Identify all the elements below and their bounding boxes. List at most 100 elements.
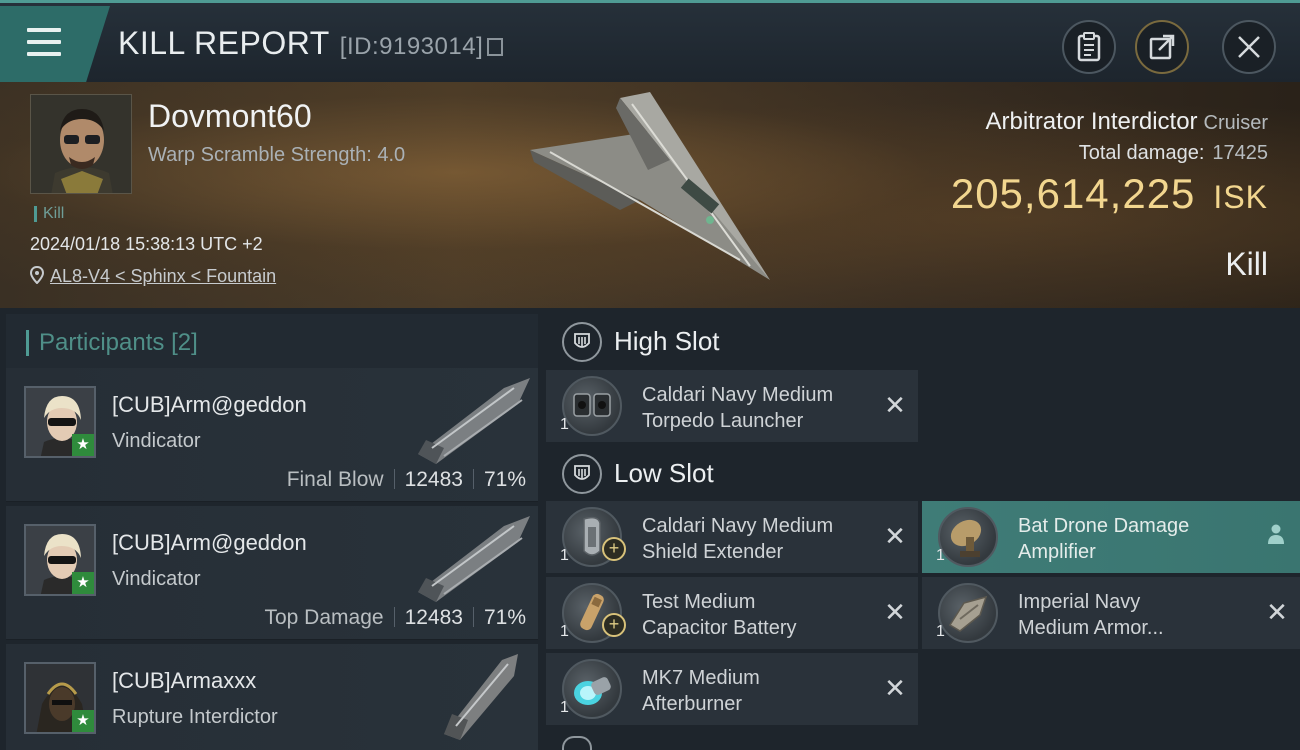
module-item[interactable]: + 1 Test Medium Capacitor Battery ✕ [546, 577, 918, 649]
close-icon[interactable]: ✕ [882, 675, 908, 701]
participant-percent: 71% [483, 606, 526, 629]
module-name-line: Shield Extender [642, 541, 784, 563]
menu-button[interactable] [0, 6, 110, 83]
participant-damage: 12483 [404, 606, 463, 629]
location-pin-icon [30, 266, 44, 284]
kill-location[interactable]: AL8-V4 < Sphinx < Fountain [30, 266, 276, 287]
module-name: Bat Drone Damage Amplifier [1018, 513, 1248, 565]
participant-ship-image [418, 516, 530, 602]
isk-unit: ISK [1213, 179, 1268, 215]
participants-panel: Participants [2] ★ [CUB]Arm@geddon Vindi… [0, 308, 540, 750]
total-damage-label: Total damage: [1078, 142, 1205, 164]
participant-percent: 71% [483, 468, 526, 491]
high-slot-title: High Slot [614, 326, 720, 356]
clipboard-button[interactable] [1062, 20, 1116, 74]
low-slot-header: Low Slot [548, 440, 1300, 504]
module-quantity: 1 [560, 699, 569, 716]
high-slot-header: High Slot [548, 308, 1300, 372]
module-name-line: Amplifier [1018, 541, 1096, 563]
module-item[interactable]: 1 Imperial Navy Medium Armor... ✕ [922, 577, 1300, 649]
total-damage: Total damage: 17425 [1079, 142, 1268, 165]
module-name-line: Caldari Navy Medium [642, 515, 834, 537]
victim-ship[interactable]: Arbitrator Interdictor Cruiser [985, 108, 1268, 136]
participant-stats: Final Blow 12483 71% [287, 468, 526, 492]
torpedo-launcher-icon [562, 376, 622, 436]
kill-datetime: 2024/01/18 15:38:13 UTC +2 [30, 234, 263, 254]
close-icon[interactable]: ✕ [1264, 599, 1290, 625]
participant-name[interactable]: [CUB]Armaxxx [112, 668, 256, 694]
low-slot-title: Low Slot [614, 458, 714, 488]
participants-count: [2] [171, 329, 198, 356]
low-slot-icon [562, 454, 602, 494]
module-item[interactable]: 1 Caldari Navy Medium Torpedo Launcher ✕ [546, 370, 918, 442]
participant-row[interactable]: ★ [CUB]Armaxxx Rupture Interdictor [6, 644, 538, 750]
participant-role: Top Damage [264, 606, 384, 629]
module-name-line: Caldari Navy Medium [642, 384, 834, 406]
module-item[interactable]: + 1 Caldari Navy Medium Shield Extender … [546, 501, 918, 573]
isk-amount: 205,614,225 [950, 170, 1196, 217]
total-damage-value: 17425 [1212, 142, 1268, 164]
victim-ship-image [530, 92, 770, 280]
module-name-line: Bat Drone Damage [1018, 515, 1190, 537]
star-icon: ★ [72, 572, 94, 594]
participant-ship: Vindicator [112, 430, 201, 452]
next-slot-header-partial [562, 736, 592, 750]
victim-ship-name: Arbitrator Interdictor [985, 108, 1198, 135]
victim-portrait[interactable] [30, 94, 132, 194]
module-quantity: 1 [560, 547, 569, 564]
drone-damage-amplifier-icon [938, 507, 998, 567]
participant-ship-image [418, 378, 530, 464]
module-quantity: 1 [560, 416, 569, 433]
kill-tag: Kill [34, 206, 64, 222]
location-link[interactable]: AL8-V4 < Sphinx < Fountain [50, 266, 276, 286]
participant-name[interactable]: [CUB]Arm@geddon [112, 530, 307, 556]
module-name-line: Capacitor Battery [642, 617, 797, 639]
armor-plate-icon [938, 583, 998, 643]
close-icon [1238, 36, 1260, 58]
module-name: Test Medium Capacitor Battery [642, 589, 872, 641]
participant-role: Final Blow [286, 468, 384, 491]
afterburner-icon [562, 659, 622, 719]
participant-name[interactable]: [CUB]Arm@geddon [112, 392, 307, 418]
module-quantity: 1 [560, 623, 569, 640]
module-name-line: Medium Armor... [1018, 617, 1164, 639]
participants-title: Participants [2] [26, 330, 198, 356]
participant-stats: Top Damage 12483 71% [264, 606, 526, 630]
module-item[interactable]: 1 MK7 Medium Afterburner ✕ [546, 653, 918, 725]
module-item-selected[interactable]: 1 Bat Drone Damage Amplifier [922, 501, 1300, 573]
share-icon [1149, 34, 1175, 60]
victim-ship-class: Cruiser [1203, 112, 1268, 134]
module-name-line: Torpedo Launcher [642, 410, 804, 432]
close-icon[interactable]: ✕ [882, 392, 908, 418]
clipboard-icon [1077, 32, 1101, 62]
close-icon[interactable]: ✕ [882, 523, 908, 549]
module-quantity: 1 [936, 547, 945, 564]
page-title-text: KILL REPORT [118, 25, 330, 61]
module-name: Caldari Navy Medium Torpedo Launcher [642, 382, 872, 434]
isk-value: 205,614,225 ISK [951, 170, 1268, 218]
participant-row[interactable]: ★ [CUB]Arm@geddon Vindicator Top Damage 1… [6, 506, 538, 640]
module-name: Caldari Navy Medium Shield Extender [642, 513, 872, 565]
participant-ship: Vindicator [112, 568, 201, 590]
participant-ship-image [444, 654, 518, 740]
copy-icon[interactable] [487, 38, 504, 56]
victim-banner: Dovmont60 Warp Scramble Strength: 4.0 Ki… [0, 82, 1300, 308]
participant-row[interactable]: ★ [CUB]Arm@geddon Vindicator Final Blow 1… [6, 368, 538, 502]
module-name: MK7 Medium Afterburner [642, 665, 872, 717]
share-button[interactable] [1135, 20, 1189, 74]
hamburger-menu-icon [27, 28, 61, 64]
victim-pilot-name[interactable]: Dovmont60 [148, 98, 312, 135]
close-button[interactable] [1222, 20, 1276, 74]
module-name-line: Imperial Navy [1018, 591, 1141, 613]
close-icon[interactable]: ✕ [882, 599, 908, 625]
participants-title-text: Participants [39, 329, 165, 356]
page-title: KILL REPORT [ID:9193014] [118, 25, 504, 62]
warp-scramble-strength: Warp Scramble Strength: 4.0 [148, 144, 406, 166]
high-slot-icon [562, 322, 602, 362]
top-bar: KILL REPORT [ID:9193014] [0, 0, 1300, 83]
participant-ship: Rupture Interdictor [112, 706, 278, 728]
module-name-line: Afterburner [642, 693, 743, 715]
star-icon: ★ [72, 710, 94, 732]
module-name-line: MK7 Medium [642, 667, 760, 689]
person-icon[interactable] [1266, 523, 1286, 545]
